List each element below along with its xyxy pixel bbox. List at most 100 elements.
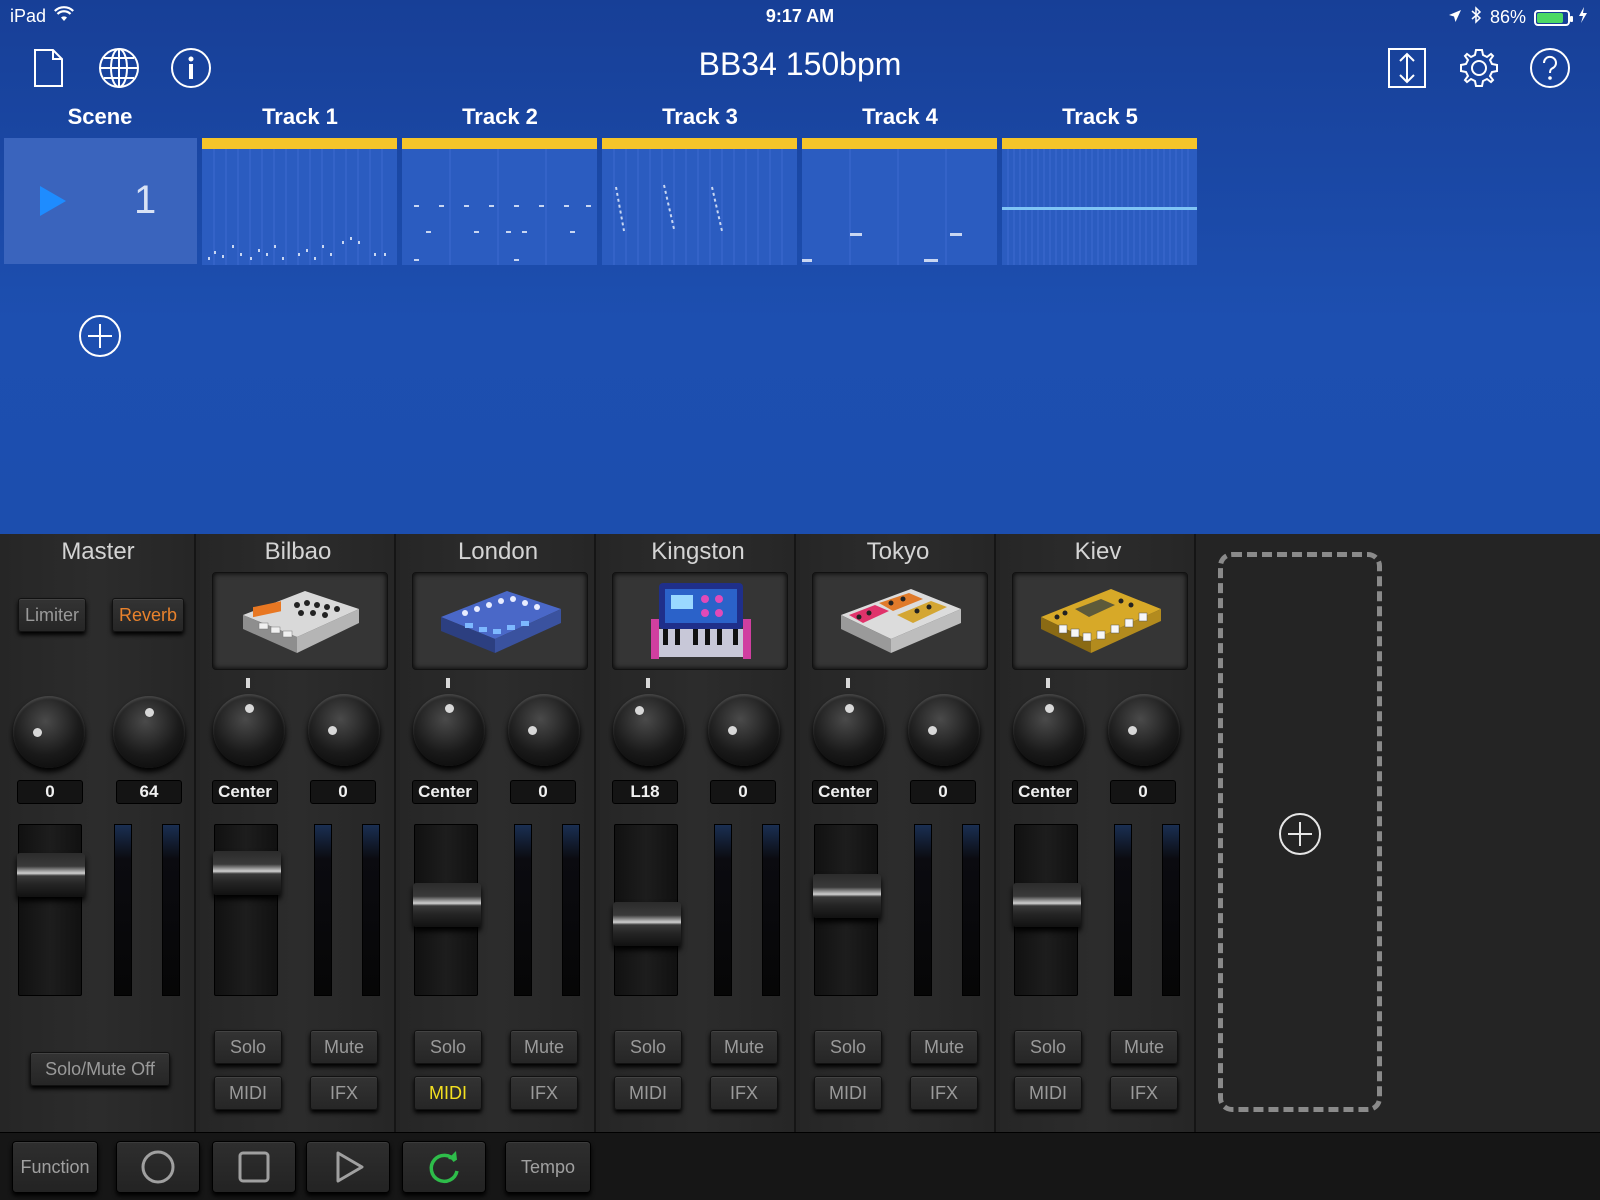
clip-track-5[interactable] (1002, 138, 1197, 265)
limiter-button[interactable]: Limiter (18, 598, 86, 632)
midi-button[interactable]: MIDI (1014, 1076, 1082, 1110)
scene-row-1[interactable]: 1 (4, 138, 197, 264)
mute-button[interactable]: Mute (710, 1030, 778, 1064)
send-knob[interactable] (708, 694, 780, 766)
pan-knob[interactable] (413, 694, 485, 766)
strip-name: Tokyo (866, 538, 930, 565)
function-button[interactable]: Function (12, 1141, 98, 1193)
instrument-thumbnail[interactable] (212, 572, 388, 670)
fader-cap[interactable] (613, 902, 681, 946)
document-icon[interactable] (26, 46, 70, 90)
solo-button[interactable]: Solo (414, 1030, 482, 1064)
fader-cap[interactable] (413, 883, 481, 927)
midi-button[interactable]: MIDI (614, 1076, 682, 1110)
scene-play-icon[interactable] (38, 184, 68, 223)
instrument-thumbnail[interactable] (1012, 572, 1188, 670)
master-value-2: 64 (116, 780, 182, 804)
loop-button[interactable] (402, 1141, 486, 1193)
instrument-thumbnail[interactable] (812, 572, 988, 670)
pan-knob[interactable] (813, 694, 885, 766)
pan-center-tick (846, 678, 850, 688)
clip-track-2[interactable] (402, 138, 597, 265)
clip-track-1[interactable] (202, 138, 397, 265)
session-view: iPad 9:17 AM 86% BB34 150bpm Scene Track… (0, 0, 1600, 534)
mixer-strip-tokyo: Tokyo Center 0 Solo Mute MIDI IFX (800, 534, 996, 1132)
status-time: 9:17 AM (765, 6, 835, 26)
volume-fader[interactable] (1013, 824, 1081, 996)
clip-track-4[interactable] (802, 138, 997, 265)
ifx-button[interactable]: IFX (710, 1076, 778, 1110)
add-scene-icon[interactable] (78, 314, 122, 358)
mute-button[interactable]: Mute (910, 1030, 978, 1064)
synth-image (1041, 589, 1161, 653)
song-title[interactable]: BB34 150bpm (699, 46, 902, 82)
send-knob[interactable] (508, 694, 580, 766)
mute-button[interactable]: Mute (310, 1030, 378, 1064)
drum-machine-image (441, 591, 561, 653)
mute-button[interactable]: Mute (1110, 1030, 1178, 1064)
send-knob[interactable] (908, 694, 980, 766)
fader-cap[interactable] (17, 853, 85, 897)
solo-button[interactable]: Solo (614, 1030, 682, 1064)
tempo-button[interactable]: Tempo (505, 1141, 591, 1193)
midi-button[interactable]: MIDI (214, 1076, 282, 1110)
add-track-icon[interactable] (1278, 812, 1322, 856)
pan-knob[interactable] (613, 694, 685, 766)
track-header-4[interactable]: Track 4 (802, 104, 998, 130)
master-value-1: 0 (17, 780, 83, 804)
globe-icon[interactable] (97, 46, 141, 90)
solo-button[interactable]: Solo (814, 1030, 882, 1064)
instrument-thumbnail[interactable] (612, 572, 788, 670)
mute-button[interactable]: Mute (510, 1030, 578, 1064)
location-icon (1448, 7, 1462, 28)
volume-fader[interactable] (813, 824, 881, 996)
volume-fader[interactable] (213, 824, 281, 996)
fader-cap[interactable] (813, 874, 881, 918)
clip-pattern (414, 149, 591, 265)
send-knob[interactable] (1108, 694, 1180, 766)
ifx-button[interactable]: IFX (510, 1076, 578, 1110)
ifx-button[interactable]: IFX (310, 1076, 378, 1110)
track-header-1[interactable]: Track 1 (202, 104, 398, 130)
midi-button[interactable]: MIDI (414, 1076, 482, 1110)
volume-fader[interactable] (613, 824, 681, 996)
send-knob[interactable] (308, 694, 380, 766)
master-knob-2[interactable] (113, 696, 185, 768)
instrument-thumbnail[interactable] (412, 572, 588, 670)
pan-knob[interactable] (213, 694, 285, 766)
master-strip: Master Limiter Reverb 0 64 Solo/Mute Off (0, 534, 196, 1132)
info-icon[interactable] (169, 46, 213, 90)
battery-fill (1537, 12, 1563, 23)
level-meter-right (762, 824, 780, 996)
solo-mute-off-button[interactable]: Solo/Mute Off (30, 1052, 170, 1086)
pan-center-tick (646, 678, 650, 688)
master-fader[interactable] (17, 824, 85, 996)
reverb-button[interactable]: Reverb (112, 598, 184, 632)
fader-cap[interactable] (213, 851, 281, 895)
send-value: 0 (910, 780, 976, 804)
help-icon[interactable] (1528, 46, 1572, 90)
track-header-2[interactable]: Track 2 (402, 104, 598, 130)
level-meter-left (1114, 824, 1132, 996)
clip-track-3[interactable] (602, 138, 797, 265)
midi-button[interactable]: MIDI (814, 1076, 882, 1110)
ifx-button[interactable]: IFX (910, 1076, 978, 1110)
track-header-3[interactable]: Track 3 (602, 104, 798, 130)
fader-cap[interactable] (1013, 883, 1081, 927)
play-button[interactable] (306, 1141, 390, 1193)
gear-icon[interactable] (1457, 46, 1501, 90)
battery-icon (1534, 9, 1573, 26)
track-header-5[interactable]: Track 5 (1002, 104, 1198, 130)
ifx-button[interactable]: IFX (1110, 1076, 1178, 1110)
volume-fader[interactable] (413, 824, 481, 996)
pan-center-tick (1046, 678, 1050, 688)
pan-knob[interactable] (1013, 694, 1085, 766)
resize-icon[interactable] (1385, 46, 1429, 90)
send-value: 0 (510, 780, 576, 804)
strip-name: Master (61, 538, 135, 565)
record-button[interactable] (116, 1141, 200, 1193)
master-knob-1[interactable] (13, 696, 85, 768)
solo-button[interactable]: Solo (214, 1030, 282, 1064)
stop-button[interactable] (212, 1141, 296, 1193)
solo-button[interactable]: Solo (1014, 1030, 1082, 1064)
